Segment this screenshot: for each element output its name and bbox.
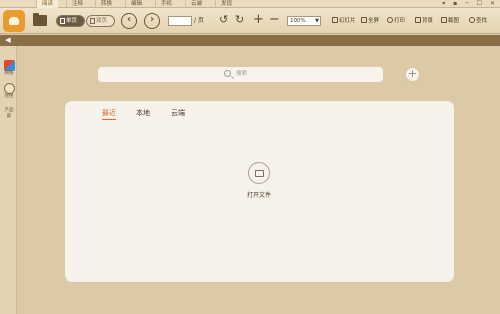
previous-page-icon[interactable]: ‹	[121, 13, 137, 29]
tab-mobile[interactable]: 手机	[155, 0, 177, 8]
app-logo-icon	[3, 10, 25, 32]
double-page-label: 双页	[96, 18, 108, 24]
rail-item-finance[interactable]: 财经	[3, 83, 15, 100]
print-label: 打印	[394, 18, 406, 24]
magnifier-icon	[224, 70, 231, 77]
slideshow-icon	[332, 17, 338, 23]
fullscreen-label: 全屏	[368, 18, 380, 24]
fullscreen-button[interactable]: 全屏	[361, 17, 379, 26]
tab-cloud[interactable]: 云端	[185, 0, 207, 8]
tab-edit[interactable]: 编辑	[125, 0, 147, 8]
background-icon	[415, 17, 421, 23]
zoom-in-icon[interactable]: +	[253, 13, 264, 26]
collapse-sidebar-icon[interactable]: ◀	[2, 36, 14, 45]
rotate-right-icon[interactable]: ↻	[235, 14, 244, 26]
single-page-icon	[60, 18, 65, 24]
screenshot-button[interactable]: 截图	[441, 17, 459, 26]
main-toolbar: 单页 双页 ‹ › / 页 ↺ ↻ + − 100% ▼ 幻灯片 全屏 打印 背…	[0, 8, 500, 34]
background-label: 背景	[422, 18, 434, 24]
open-file-button[interactable]	[248, 162, 270, 184]
single-page-label: 单页	[66, 18, 78, 24]
page-separator: / 页	[194, 17, 204, 24]
tab-read[interactable]: 阅读	[36, 0, 58, 8]
double-page-button[interactable]: 双页	[86, 15, 115, 27]
open-file-label[interactable]: 打开文件	[237, 192, 281, 200]
file-panel: 最近 本地 云端 打开文件	[65, 101, 454, 282]
finance-icon	[3, 83, 15, 94]
rail-item-network[interactable]: 网络	[3, 60, 15, 77]
window-controls[interactable]: ▾ ▪ ─ ☐ ✕	[442, 0, 498, 8]
tab-local[interactable]: 本地	[136, 108, 150, 118]
search-placeholder: 搜索	[236, 71, 248, 77]
search-icon	[469, 17, 475, 23]
print-icon	[387, 17, 393, 23]
rail-item-label: 产品部	[4, 108, 14, 119]
open-folder-icon[interactable]	[33, 13, 47, 26]
search-input[interactable]: 搜索	[98, 67, 383, 82]
tab-annotate[interactable]: 注释	[66, 0, 88, 8]
zoom-out-icon[interactable]: −	[269, 13, 280, 26]
page-number-input[interactable]	[168, 16, 192, 26]
rail-item-label: 财经	[4, 94, 14, 99]
single-page-button[interactable]: 单页	[56, 15, 85, 27]
tab-recent[interactable]: 最近	[102, 108, 116, 120]
rotate-left-icon[interactable]: ↺	[219, 14, 228, 26]
left-rail: 网络 财经 产品部	[0, 46, 17, 314]
tab-cloud-files[interactable]: 云端	[171, 108, 185, 118]
top-tab-strip: 阅读 注释 转换 编辑 手机 云端 发现 ▾ ▪ ─ ☐ ✕	[0, 0, 500, 8]
screenshot-label: 截图	[448, 18, 460, 24]
tab-convert[interactable]: 转换	[95, 0, 117, 8]
sidebar-header-bar: ◀	[0, 35, 500, 46]
scissors-icon	[441, 17, 447, 23]
slideshow-button[interactable]: 幻灯片	[332, 17, 356, 26]
rail-item-product[interactable]: 产品部	[3, 108, 15, 120]
background-button[interactable]: 背景	[415, 17, 433, 26]
folder-icon	[255, 170, 264, 177]
zoom-select[interactable]: 100% ▼	[287, 16, 321, 26]
add-button[interactable]: +	[405, 67, 420, 82]
search-button[interactable]: 查找	[469, 17, 487, 26]
print-button[interactable]: 打印	[387, 17, 405, 26]
fullscreen-icon	[361, 17, 367, 23]
search-label: 查找	[476, 18, 488, 24]
tw-icon	[3, 60, 15, 71]
next-page-icon[interactable]: ›	[144, 13, 160, 29]
chevron-down-icon: ▼	[315, 18, 319, 24]
slideshow-label: 幻灯片	[339, 18, 356, 24]
double-page-icon	[90, 18, 95, 24]
rail-item-label: 网络	[4, 71, 14, 76]
tab-discover[interactable]: 发现	[215, 0, 237, 8]
zoom-value: 100%	[290, 18, 306, 24]
